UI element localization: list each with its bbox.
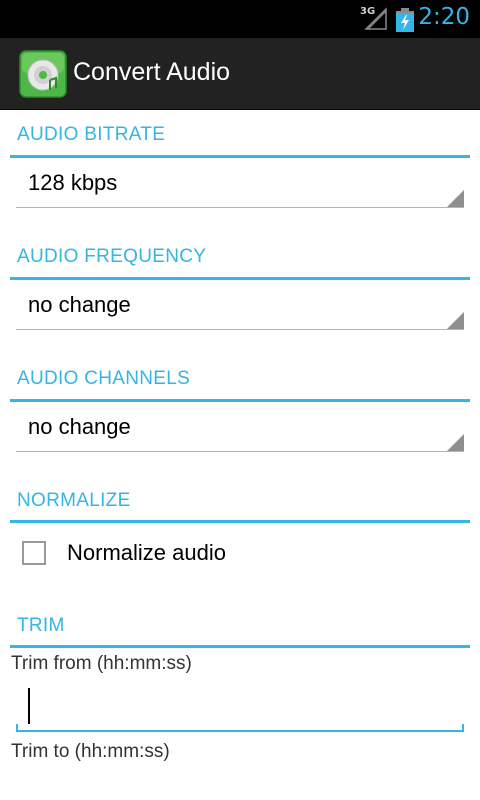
section-divider <box>10 645 470 648</box>
section-divider <box>10 277 470 280</box>
section-divider <box>10 155 470 158</box>
spinner-underline <box>16 329 464 330</box>
section-header-frequency: AUDIO FREQUENCY <box>17 246 207 267</box>
signal-strength-icon <box>364 7 387 30</box>
app-title: Convert Audio <box>73 58 231 86</box>
section-header-channels: AUDIO CHANNELS <box>17 368 191 389</box>
status-time: 2:20 <box>418 4 470 30</box>
action-bar: Convert Audio <box>0 38 480 110</box>
input-underline <box>16 730 464 732</box>
section-header-trim: TRIM <box>17 615 65 636</box>
status-bar: 3G 2:20 <box>0 0 480 38</box>
normalize-audio-row[interactable]: Normalize audio <box>10 526 470 582</box>
frequency-spinner-value: no change <box>28 292 131 317</box>
trim-to-label: Trim to (hh:mm:ss) <box>11 741 170 762</box>
app-disc-icon[interactable] <box>19 50 67 98</box>
input-underline-tick <box>16 724 18 732</box>
section-divider <box>10 520 470 523</box>
normalize-audio-label[interactable]: Normalize audio <box>67 540 226 566</box>
channels-spinner[interactable]: no change <box>16 406 464 452</box>
battery-charging-icon <box>396 8 414 32</box>
text-cursor <box>28 688 30 724</box>
bitrate-spinner-value: 128 kbps <box>28 170 118 195</box>
trim-from-label: Trim from (hh:mm:ss) <box>11 653 192 674</box>
section-header-bitrate: AUDIO BITRATE <box>17 124 166 145</box>
spinner-underline <box>16 451 464 452</box>
normalize-audio-checkbox[interactable] <box>22 541 46 565</box>
frequency-spinner[interactable]: no change <box>16 284 464 330</box>
dropdown-arrow-icon <box>447 312 464 329</box>
dropdown-arrow-icon <box>447 190 464 207</box>
section-divider <box>10 399 470 402</box>
section-header-normalize: NORMALIZE <box>17 490 131 511</box>
dropdown-arrow-icon <box>447 434 464 451</box>
trim-from-input[interactable] <box>16 682 464 732</box>
channels-spinner-value: no change <box>28 414 131 439</box>
input-underline-tick <box>462 724 464 732</box>
spinner-underline <box>16 207 464 208</box>
bitrate-spinner[interactable]: 128 kbps <box>16 162 464 208</box>
